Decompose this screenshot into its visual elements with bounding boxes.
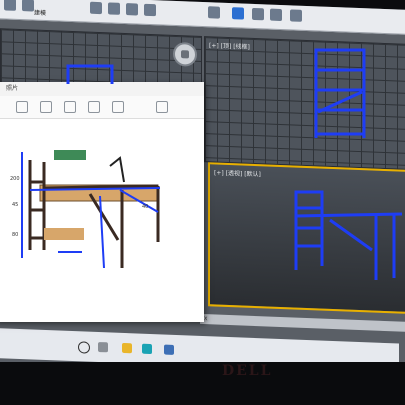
svg-text:200: 200 — [10, 176, 20, 182]
perspective-desk-model — [294, 190, 403, 280]
svg-text:40: 40 — [142, 204, 148, 210]
scene-drawing: 200 45 80 40 — [10, 48, 403, 280]
front-view-model — [66, 64, 114, 84]
svg-text:80: 80 — [12, 232, 18, 238]
photo-of-monitor: 建模 [+] [顶] [线框] [+] [透视] [默认] X 照片 DELL … — [0, 0, 405, 405]
side-view-model — [314, 48, 366, 138]
svg-text:45: 45 — [12, 202, 18, 208]
desk-product-photo: 200 45 80 40 — [10, 150, 161, 269]
